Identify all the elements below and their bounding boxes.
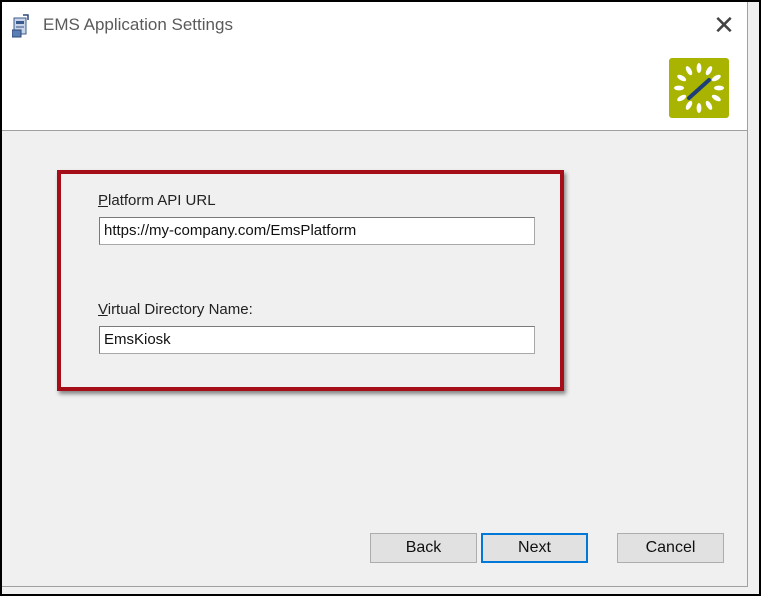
next-button[interactable]: Next [481, 533, 588, 563]
logo-ray [696, 63, 702, 73]
logo-ray [696, 103, 702, 113]
virtual-directory-name-label: Virtual Directory Name: [98, 301, 253, 318]
logo-ray [705, 100, 713, 110]
dialog-header: EMS Application Settings ✕ [2, 2, 747, 131]
logo-ray [677, 74, 687, 82]
dialog-window: EMS Application Settings ✕ Platform API … [0, 0, 761, 596]
window-title: EMS Application Settings [43, 15, 233, 34]
platform-api-url-input[interactable]: https://my-company.com/EmsPlatform [99, 217, 535, 245]
installer-icon [12, 14, 29, 38]
close-icon[interactable]: ✕ [710, 12, 738, 40]
window-right-edge [747, 2, 748, 586]
logo-ray [685, 100, 693, 110]
logo-ray [705, 66, 713, 76]
back-button[interactable]: Back [370, 533, 477, 563]
virtual-directory-name-input[interactable]: EmsKiosk [99, 326, 535, 354]
logo-ray [714, 85, 724, 91]
ems-sun-logo-icon [669, 58, 729, 118]
platform-api-url-label: Platform API URL [98, 192, 216, 209]
window-bottom-edge [2, 586, 748, 587]
cancel-button[interactable]: Cancel [617, 533, 724, 563]
logo-ray [711, 74, 721, 82]
logo-ray [711, 94, 721, 102]
logo-ray [677, 94, 687, 102]
logo-ray [674, 85, 684, 91]
logo-ray [685, 66, 693, 76]
